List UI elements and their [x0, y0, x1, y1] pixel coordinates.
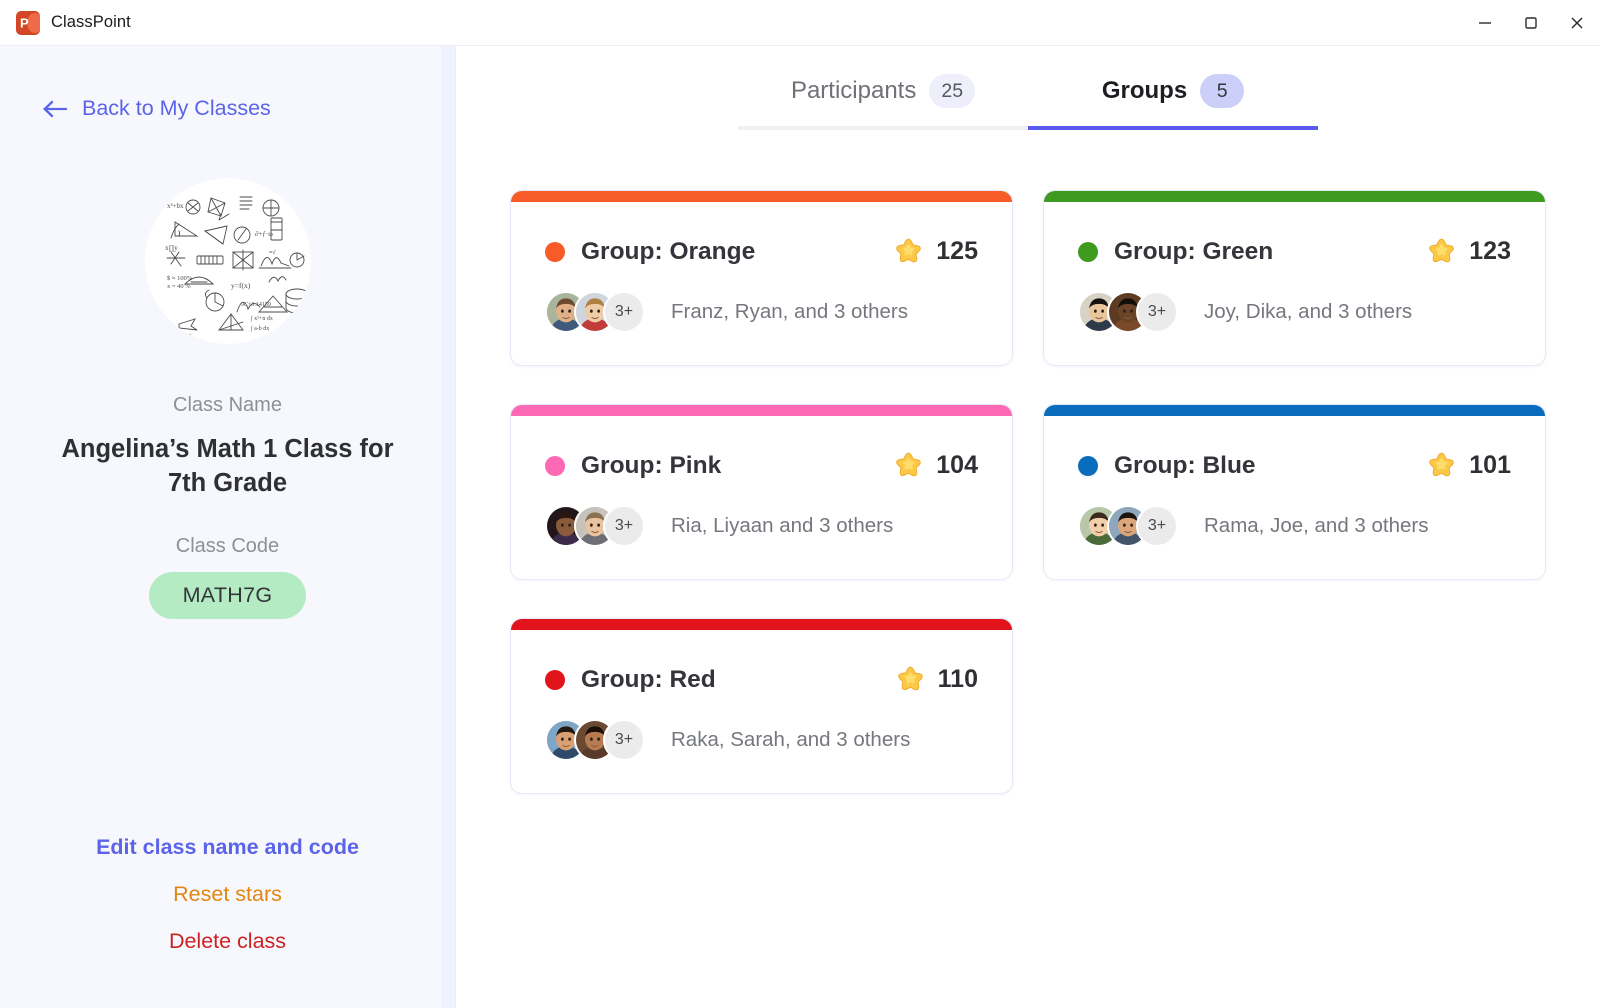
class-code-badge: MATH7G: [149, 572, 307, 619]
group-color-dot: [1078, 456, 1098, 476]
group-score: 101: [1426, 450, 1511, 481]
group-color-dot: [545, 670, 565, 690]
tab-participants-label: Participants: [791, 77, 916, 105]
member-avatar-stack: 3+: [1078, 505, 1178, 547]
group-title: Group: Green: [1114, 238, 1273, 266]
svg-text:x∏y: x∏y: [165, 244, 178, 252]
svg-text:9C+3.14159: 9C+3.14159: [241, 302, 271, 308]
group-members-text: Ria, Liyaan and 3 others: [671, 514, 893, 538]
tab-groups[interactable]: Groups 5: [1028, 74, 1318, 130]
group-card[interactable]: Group: Green 123 3+: [1043, 190, 1546, 366]
powerpoint-logo-icon: [16, 11, 40, 35]
star-icon: [1426, 236, 1457, 267]
svg-text:y=f(x): y=f(x): [231, 281, 251, 290]
star-icon: [893, 450, 924, 481]
group-card[interactable]: Group: Pink 104 3+: [510, 404, 1013, 580]
tab-groups-label: Groups: [1102, 77, 1187, 105]
tab-groups-count: 5: [1200, 74, 1244, 108]
group-title: Group: Pink: [581, 452, 721, 480]
group-members-text: Joy, Dika, and 3 others: [1204, 300, 1412, 324]
group-score: 104: [893, 450, 978, 481]
group-color-bar: [511, 191, 1012, 202]
svg-text:∞ y=x²: ∞ y=x²: [173, 333, 191, 340]
delete-class-link[interactable]: Delete class: [169, 929, 286, 954]
tab-participants-count: 25: [929, 74, 975, 108]
tab-participants[interactable]: Participants 25: [738, 74, 1028, 130]
group-color-dot: [545, 242, 565, 262]
main-panel: Participants 25 Groups 5 Group: Orange 1…: [456, 46, 1600, 1008]
group-score: 123: [1426, 236, 1511, 267]
group-score: 125: [893, 236, 978, 267]
member-avatar-stack: 3+: [545, 291, 645, 333]
group-card[interactable]: Group: Orange 125 3: [510, 190, 1013, 366]
more-members-badge: 3+: [603, 505, 645, 547]
class-name-value: Angelina’s Math 1 Class for 7th Grade: [48, 432, 408, 501]
class-sidebar: Back to My Classes x²+bx x∏y: [0, 46, 456, 1008]
back-to-my-classes-link[interactable]: Back to My Classes: [42, 96, 271, 121]
member-avatar-stack: 3+: [545, 719, 645, 761]
group-color-bar: [511, 619, 1012, 630]
group-members-text: Raka, Sarah, and 3 others: [671, 728, 910, 752]
group-color-bar: [1044, 405, 1545, 416]
reset-stars-link[interactable]: Reset stars: [173, 882, 282, 907]
star-icon: [895, 664, 926, 695]
star-icon: [1426, 450, 1457, 481]
group-card[interactable]: Group: Red 110 3+: [510, 618, 1013, 794]
back-link-label: Back to My Classes: [82, 96, 271, 121]
minimize-icon[interactable]: [1462, 0, 1508, 45]
title-bar: ClassPoint: [0, 0, 1600, 46]
group-color-dot: [1078, 242, 1098, 262]
group-card-grid: Group: Orange 125 3: [510, 190, 1546, 794]
svg-text:x = 40 %: x = 40 %: [167, 283, 191, 290]
arrow-left-icon: [42, 99, 68, 119]
svg-text:$ ≈ 100%: $ ≈ 100%: [167, 275, 193, 282]
star-icon: [893, 236, 924, 267]
class-avatar-math-doodles: x²+bx x∏y ∂+ƒ·ω ≈√: [145, 178, 311, 344]
close-icon[interactable]: [1554, 0, 1600, 45]
svg-text:≈√: ≈√: [269, 249, 276, 256]
group-score: 110: [895, 664, 978, 695]
group-color-bar: [1044, 191, 1545, 202]
group-score-value: 125: [936, 237, 978, 266]
group-color-bar: [511, 405, 1012, 416]
app-title: ClassPoint: [51, 13, 131, 32]
app-shell: Back to My Classes x²+bx x∏y: [0, 46, 1600, 1008]
svg-text:∫ a-b dx: ∫ a-b dx: [250, 325, 269, 332]
group-members-text: Rama, Joe, and 3 others: [1204, 514, 1429, 538]
more-members-badge: 3+: [1136, 291, 1178, 333]
more-members-badge: 3+: [1136, 505, 1178, 547]
group-card[interactable]: Group: Blue 101 3+: [1043, 404, 1546, 580]
svg-text:x²+bx: x²+bx: [167, 202, 184, 210]
app-brand: ClassPoint: [0, 11, 131, 35]
group-score-value: 104: [936, 451, 978, 480]
svg-text:∫ x²+n dx: ∫ x²+n dx: [250, 315, 273, 322]
class-code-label: Class Code: [176, 535, 279, 558]
group-members-text: Franz, Ryan, and 3 others: [671, 300, 908, 324]
group-score-value: 101: [1469, 451, 1511, 480]
group-score-value: 123: [1469, 237, 1511, 266]
edit-class-name-and-code-link[interactable]: Edit class name and code: [96, 835, 359, 860]
member-avatar-stack: 3+: [545, 505, 645, 547]
group-score-value: 110: [938, 665, 978, 694]
group-title: Group: Blue: [1114, 452, 1256, 480]
maximize-icon[interactable]: [1508, 0, 1554, 45]
window-controls: [1462, 0, 1600, 45]
group-color-dot: [545, 456, 565, 476]
member-avatar-stack: 3+: [1078, 291, 1178, 333]
class-name-label: Class Name: [173, 394, 282, 417]
tab-bar: Participants 25 Groups 5: [456, 46, 1600, 130]
more-members-badge: 3+: [603, 719, 645, 761]
more-members-badge: 3+: [603, 291, 645, 333]
group-title: Group: Orange: [581, 238, 755, 266]
svg-text:∂+ƒ·ω: ∂+ƒ·ω: [255, 230, 273, 238]
group-title: Group: Red: [581, 666, 716, 694]
sidebar-actions: Edit class name and code Reset stars Del…: [0, 835, 455, 954]
